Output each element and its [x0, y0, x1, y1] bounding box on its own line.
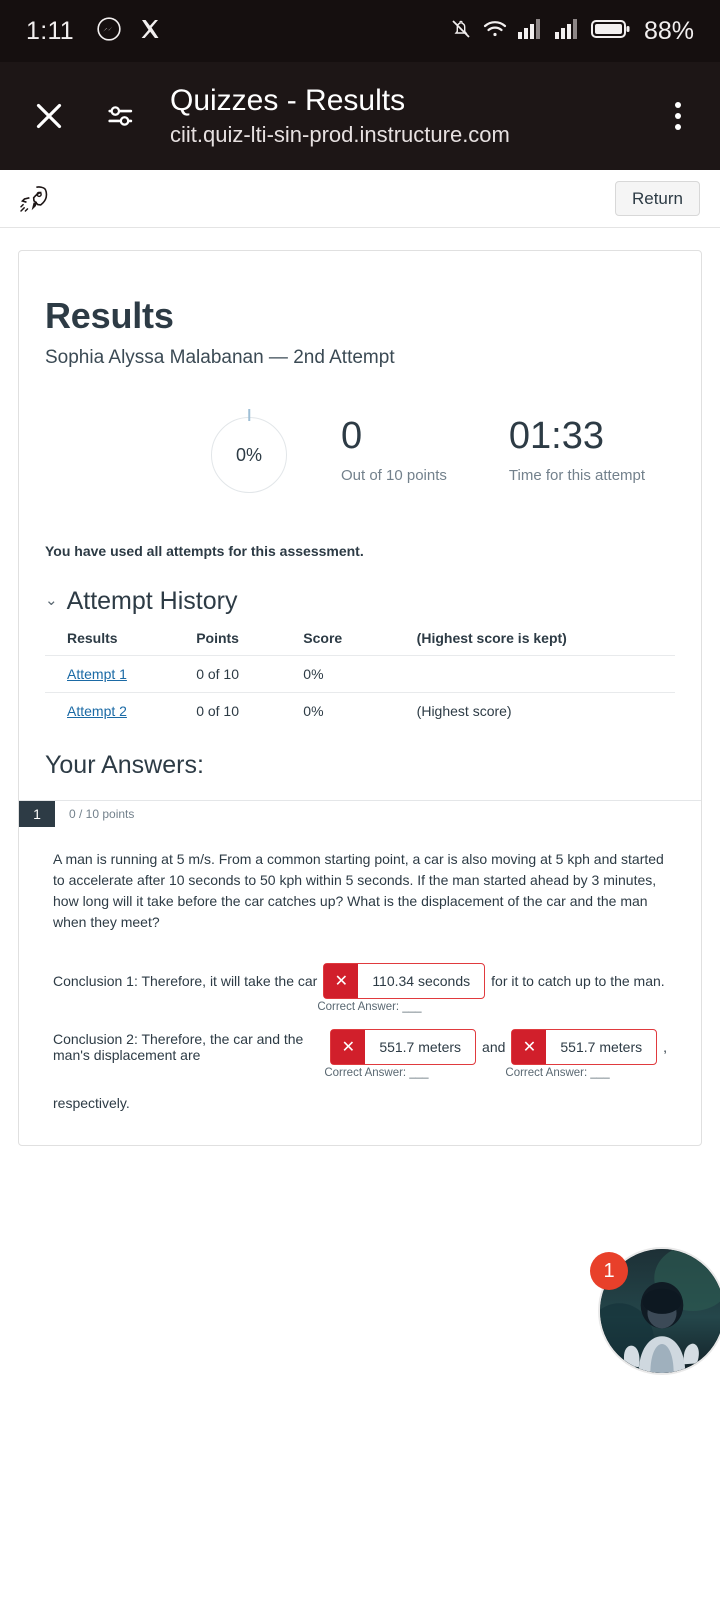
column-results: Results	[67, 630, 118, 646]
points-value: 0	[341, 415, 363, 457]
table-row: Attempt 2 0 of 10 0% (Highest score)	[45, 692, 675, 729]
correct-answer-1: Correct Answer: ___	[317, 1001, 421, 1013]
attempts-notice: You have used all attempts for this asse…	[45, 543, 364, 559]
attempt-history-header[interactable]: ⌄ Attempt History	[45, 587, 675, 616]
attempt-note: (Highest score)	[416, 692, 675, 729]
attempt-note	[416, 655, 675, 693]
app-bar-titles[interactable]: Quizzes - Results ciit.quiz-lti-sin-prod…	[170, 82, 658, 149]
page-url: ciit.quiz-lti-sin-prod.instructure.com	[170, 121, 510, 147]
time-block: 01:33 Time for this attempt	[509, 417, 645, 484]
tune-icon[interactable]	[98, 93, 144, 139]
correct-answer-value-1: ___	[402, 1001, 422, 1013]
attempt-history-title: Attempt History	[66, 587, 238, 615]
conclusion-2-row: Conclusion 2: Therefore, the car and the…	[45, 1029, 675, 1079]
correct-answer-label-3: Correct Answer:	[505, 1067, 588, 1079]
results-page: Results Sophia Alyssa Malabanan — 2nd At…	[0, 228, 720, 1146]
conclusion-2-prefix: Conclusion 2: Therefore, the car and the…	[53, 1031, 304, 1063]
question-header: 1 0 / 10 points	[19, 801, 701, 827]
signal-2-icon	[554, 18, 582, 45]
wifi-icon	[482, 17, 508, 46]
answer-value-1: 110.34 seconds	[372, 973, 471, 989]
answer-box-3[interactable]: ✕ 551.7 meters	[511, 1029, 658, 1065]
results-card: Results Sophia Alyssa Malabanan — 2nd At…	[18, 250, 702, 1146]
overflow-menu-icon[interactable]	[658, 93, 698, 139]
x-twitter-icon	[138, 17, 162, 46]
close-icon[interactable]	[26, 93, 72, 139]
answer-group-2: ✕ 551.7 meters Correct Answer: ___	[324, 1029, 482, 1079]
page-title: Quizzes - Results	[170, 84, 406, 118]
answer-group-1: ✕ 110.34 seconds Correct Answer: ___	[317, 963, 491, 1013]
correct-answer-value-3: ___	[590, 1067, 610, 1079]
messenger-icon	[96, 16, 122, 47]
score-ring: 0%	[211, 409, 287, 493]
attempt-score: 0%	[303, 692, 417, 729]
status-bar: 1:11 88%	[0, 0, 720, 62]
status-time: 1:11	[26, 16, 75, 45]
incorrect-icon: ✕	[512, 1030, 547, 1064]
points-block: 0 Out of 10 points	[341, 417, 447, 484]
results-heading: Results	[45, 295, 174, 336]
attempt-link-cell[interactable]: Attempt 2	[45, 692, 197, 729]
signal-1-icon	[517, 18, 545, 45]
incorrect-icon: ✕	[324, 964, 359, 998]
time-value: 01:33	[508, 415, 604, 457]
rocket-icon[interactable]	[16, 182, 50, 216]
answer-box-2[interactable]: ✕ 551.7 meters	[330, 1029, 477, 1065]
column-points: Points	[196, 630, 239, 646]
attempt-history-table: Results Points Score (Highest score is k…	[45, 626, 675, 729]
battery-icon	[590, 18, 631, 45]
table-row: Attempt 1 0 of 10 0%	[45, 655, 675, 693]
chevron-down-icon[interactable]: ⌄	[45, 593, 58, 608]
correct-answer-label-1: Correct Answer:	[317, 1001, 400, 1013]
answer-box-1[interactable]: ✕ 110.34 seconds	[323, 963, 486, 999]
score-summary: 0% 0 Out of 10 points 01:33 Time for thi…	[45, 409, 675, 493]
conclusion-2-joiner: and	[482, 1039, 506, 1055]
attempt-2-link[interactable]: Attempt 2	[67, 703, 127, 719]
browser-app-bar: Quizzes - Results ciit.quiz-lti-sin-prod…	[0, 62, 720, 170]
bubble-badge-count: 1	[590, 1252, 628, 1290]
score-ring-tick	[248, 409, 250, 421]
conclusion-2-closing: respectively.	[53, 1095, 130, 1111]
time-caption: Time for this attempt	[508, 467, 646, 484]
conclusion-1-row: Conclusion 1: Therefore, it will take th…	[45, 963, 675, 1013]
conclusion-1-suffix: for it to catch up to the man.	[491, 973, 665, 989]
attempt-score: 0%	[303, 655, 417, 693]
notifications-off-icon	[449, 17, 473, 46]
battery-percent: 88%	[643, 16, 694, 45]
column-note: (Highest score is kept)	[416, 630, 567, 646]
your-answers-heading: Your Answers:	[45, 751, 204, 779]
answer-value-3: 551.7 meters	[560, 1039, 643, 1055]
conclusion-2-tail: ,	[663, 1039, 667, 1055]
attempt-points: 0 of 10	[196, 692, 304, 729]
page-toolbar: Return	[0, 170, 720, 228]
correct-answer-label-2: Correct Answer:	[324, 1067, 407, 1079]
question-number-badge: 1	[19, 801, 55, 827]
conclusion-1-prefix: Conclusion 1: Therefore, it will take th…	[53, 973, 318, 989]
attempt-link-cell[interactable]: Attempt 1	[45, 655, 197, 693]
correct-answer-2: Correct Answer: ___	[324, 1067, 428, 1079]
answer-value-2: 551.7 meters	[379, 1039, 462, 1055]
table-header-row: Results Points Score (Highest score is k…	[45, 626, 675, 656]
incorrect-icon: ✕	[331, 1030, 366, 1064]
score-percent: 0%	[235, 444, 262, 465]
answer-group-3: ✕ 551.7 meters Correct Answer: ___	[505, 1029, 663, 1079]
points-caption: Out of 10 points	[341, 467, 447, 484]
results-subtitle: Sophia Alyssa Malabanan — 2nd Attempt	[45, 347, 395, 368]
return-button[interactable]: Return	[614, 181, 700, 216]
correct-answer-3: Correct Answer: ___	[505, 1067, 609, 1079]
attempt-points: 0 of 10	[196, 655, 304, 693]
column-score: Score	[303, 630, 343, 646]
question-text: A man is running at 5 m/s. From a common…	[53, 851, 664, 930]
correct-answer-value-2: ___	[409, 1067, 429, 1079]
question-points: 0 / 10 points	[69, 807, 135, 821]
attempt-1-link[interactable]: Attempt 1	[67, 666, 127, 682]
